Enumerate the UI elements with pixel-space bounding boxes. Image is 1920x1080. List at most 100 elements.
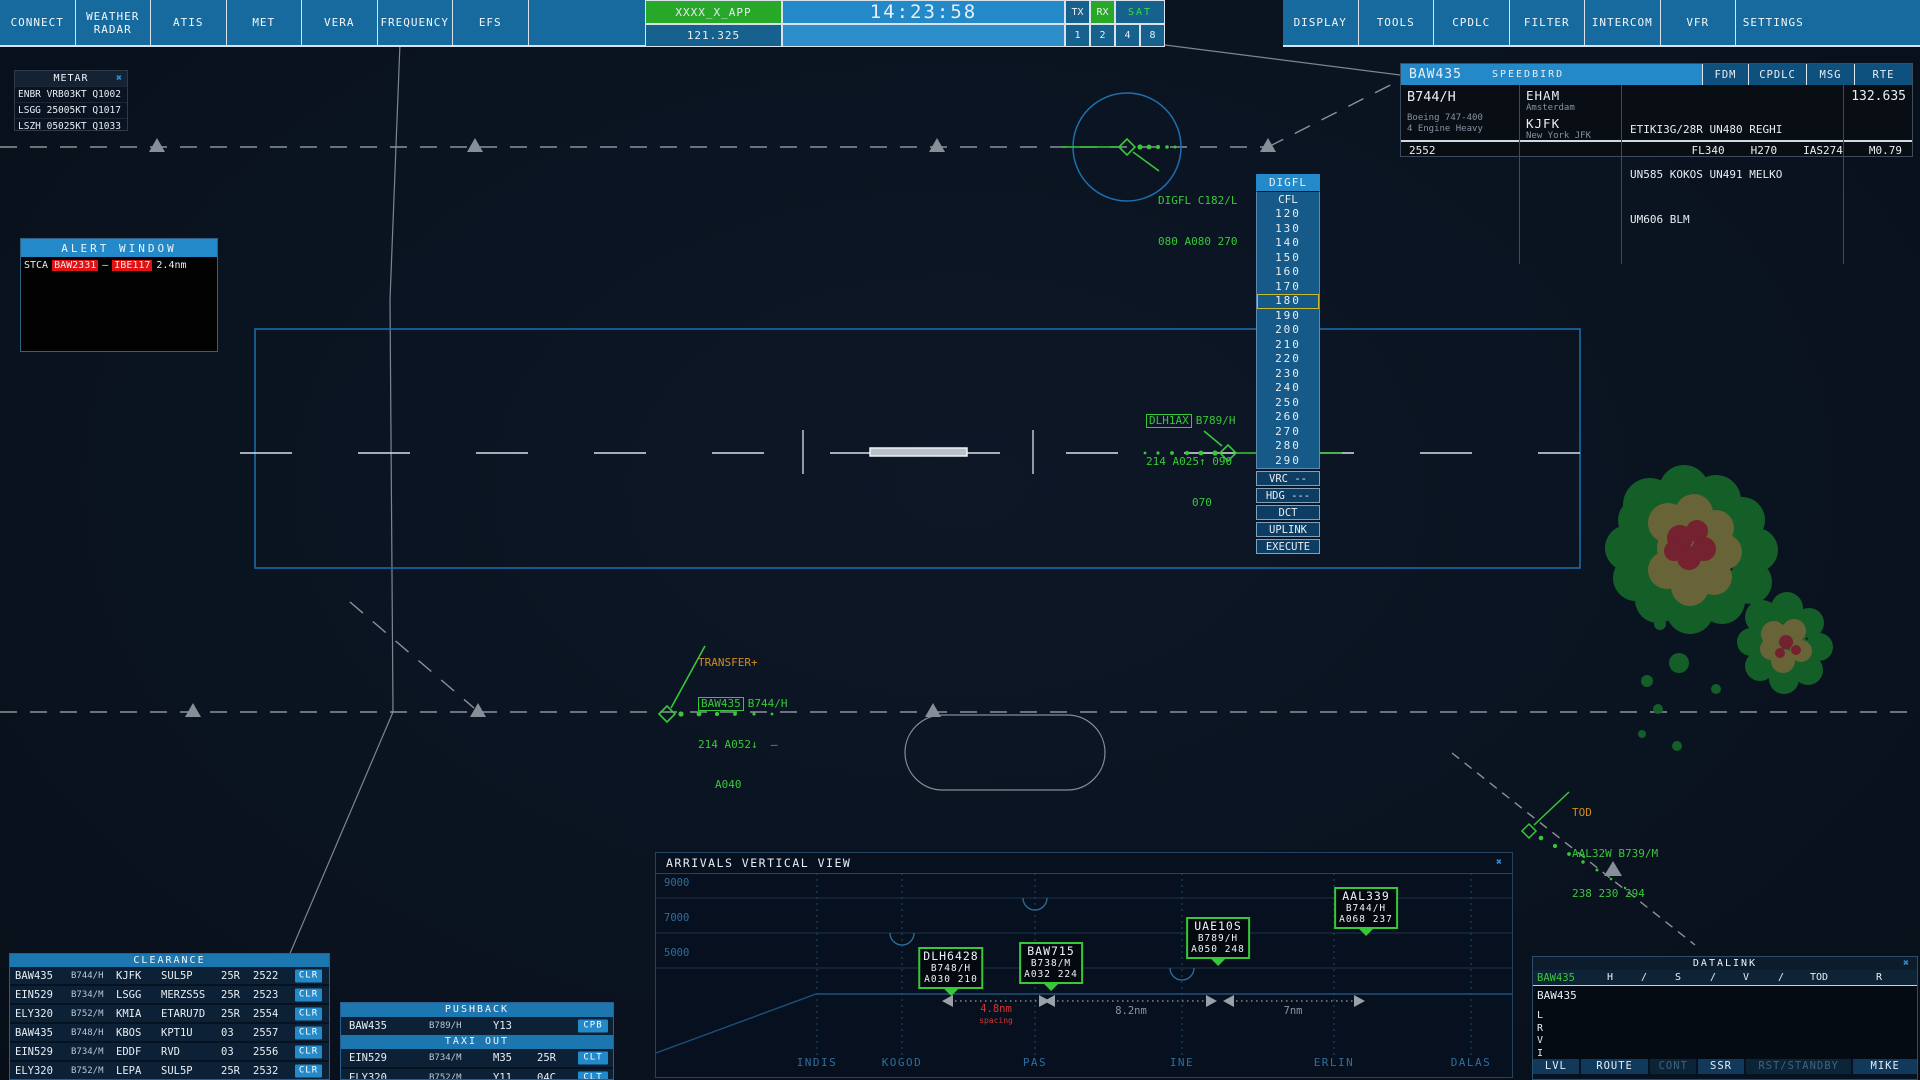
strip-tab-rte[interactable]: RTE [1854,64,1912,85]
strip-header[interactable]: BAW435 SPEEDBIRD FDM CPDLC MSG RTE [1401,64,1912,85]
cpb-button[interactable]: CPB [578,1020,608,1033]
datalink-header-item[interactable]: S [1675,972,1681,983]
clr-button[interactable]: CLR [295,969,322,982]
menu-button[interactable]: FREQUENCY [378,0,454,47]
cfl-level-option[interactable]: 150 [1257,251,1319,266]
vview-aircraft-tag-dlh6428[interactable]: DLH6428 B748/H A030 210 [918,947,983,989]
cfl-level-option[interactable]: 140 [1257,236,1319,251]
route-button[interactable]: ROUTE [1581,1059,1649,1074]
taxiout-row[interactable]: EIN529 B734/M M35 25R CLT [341,1049,613,1067]
stca-alert-row[interactable]: STCA BAW2331 – IBE117 2.4nm [21,257,217,274]
alert-titlebar[interactable]: ALERT WINDOW [21,239,217,257]
datalink-selected-callsign[interactable]: BAW435 [1537,972,1575,984]
menu-button[interactable]: EFS [453,0,529,47]
rst-standby-button[interactable]: RST/STANDBY [1746,1059,1851,1074]
clt-button[interactable]: CLT [578,1052,608,1065]
menu-button[interactable]: FILTER [1510,0,1586,47]
sat-indicator[interactable]: SAT [1115,0,1165,24]
aircraft-label-dlh1ax[interactable]: DLH1AXB789/H 214 A025↑ 090 070 [1146,387,1236,536]
vview-aircraft-tag-baw715[interactable]: BAW715 B738/M A032 224 [1019,942,1083,984]
cont-button[interactable]: CONT [1650,1059,1696,1074]
clr-button[interactable]: CLR [295,1007,322,1020]
rx-button[interactable]: RX [1090,0,1115,24]
channel-button[interactable]: 2 [1090,24,1115,47]
vview-aircraft-tag-uae10s[interactable]: UAE10S B789/H A050 248 [1186,917,1250,959]
mike-button[interactable]: MIKE [1853,1059,1917,1074]
clearance-row[interactable]: BAW435 B744/H KJFK SUL5P 25R 2522 CLR [10,967,329,984]
menu-button[interactable]: CONNECT [0,0,76,47]
clr-button[interactable]: CLR [295,1064,322,1077]
clr-button[interactable]: CLR [295,988,322,1001]
cfl-level-option[interactable]: 200 [1257,323,1319,338]
vview-titlebar[interactable]: ARRIVALS VERTICAL VIEW ✖ [656,853,1512,874]
vview-aircraft-tag-aal339[interactable]: AAL339 B744/H A068 237 [1334,887,1398,929]
alert-callsign-a[interactable]: BAW2331 [52,260,98,271]
datalink-titlebar[interactable]: DATALINK ✖ [1533,957,1917,970]
cfl-level-option[interactable]: 160 [1257,265,1319,280]
datalink-header-item[interactable]: R [1876,972,1882,983]
menu-button[interactable]: WEATHER RADAR [76,0,152,47]
lvl-button[interactable]: LVL [1533,1059,1579,1074]
cfl-level-option[interactable]: 170 [1257,280,1319,295]
cfl-level-option[interactable]: 120 [1257,207,1319,222]
strip-com-frequency[interactable]: 132.635 [1843,85,1912,264]
clearance-row[interactable]: EIN529 B734/M LSGG MERZS5S 25R 2523 CLR [10,984,329,1003]
cfl-mode-button[interactable]: CFL [1256,191,1320,207]
alert-callsign-b[interactable]: IBE117 [112,260,152,271]
menu-button[interactable]: TOOLS [1359,0,1435,47]
cfl-action-button[interactable]: DCT [1256,505,1320,520]
menu-button[interactable]: INTERCOM [1585,0,1661,47]
menu-button[interactable]: SETTINGS [1736,0,1812,47]
baw435-callsign[interactable]: BAW435 [698,697,744,711]
datalink-header-item[interactable]: V [1743,972,1749,983]
tx-button[interactable]: TX [1065,0,1090,24]
channel-button[interactable]: 1 [1065,24,1090,47]
aircraft-label-baw435[interactable]: TRANSFER+ BAW435B744/H 214 A052↓ – A040 [698,629,788,819]
cfl-action-button[interactable]: VRC -- [1256,471,1320,486]
clr-button[interactable]: CLR [295,1026,322,1039]
clt-button[interactable]: CLT [578,1072,608,1080]
clearance-row[interactable]: ELY320 B752/M KMIA ETARU7D 25R 2554 CLR [10,1003,329,1022]
menu-button[interactable]: DISPLAY [1283,0,1359,47]
cfl-level-option[interactable]: 260 [1257,410,1319,425]
close-icon[interactable]: ✖ [1496,858,1502,868]
dlh1ax-callsign[interactable]: DLH1AX [1146,414,1192,428]
cfl-action-button[interactable]: UPLINK [1256,522,1320,537]
menu-button[interactable]: CPDLC [1434,0,1510,47]
datalink-header-item[interactable]: H [1607,972,1613,983]
channel-button[interactable]: 4 [1115,24,1140,47]
pushback-row[interactable]: BAW435 B789/H Y13 CPB [341,1017,613,1035]
cfl-level-option[interactable]: 180 [1257,294,1319,309]
menu-button[interactable]: VFR [1661,0,1737,47]
app-name-button[interactable]: XXXX_X_APP [645,0,782,24]
aircraft-label-aal32w[interactable]: TOD AAL32W B739/M 238 230 294 [1572,779,1658,928]
aircraft-label-digfl[interactable]: DIGFL C182/L 080 A080 270 [1158,167,1237,275]
menu-button[interactable]: VERA [302,0,378,47]
taxiout-row[interactable]: ELY320 B752/M Y11 04C CLT [341,1067,613,1080]
cfl-level-option[interactable]: 240 [1257,381,1319,396]
close-icon[interactable]: ✖ [116,74,123,84]
clearance-row[interactable]: BAW435 B748/H KBOS KPT1U 03 2557 CLR [10,1022,329,1041]
cfl-action-button[interactable]: HDG --- [1256,488,1320,503]
clearance-row[interactable]: EIN529 B734/M EDDF RVD 03 2556 CLR [10,1041,329,1060]
close-icon[interactable]: ✖ [1903,959,1911,969]
cfl-level-option[interactable]: 190 [1257,309,1319,324]
metar-titlebar[interactable]: METAR ✖ [15,71,127,86]
pushback-title[interactable]: PUSHBACK [341,1003,613,1017]
menu-button[interactable]: ATIS [151,0,227,47]
clr-button[interactable]: CLR [295,1045,322,1058]
cfl-level-option[interactable]: 130 [1257,222,1319,237]
menu-button[interactable]: MET [227,0,303,47]
cfl-level-option[interactable]: 210 [1257,338,1319,353]
strip-tab-msg[interactable]: MSG [1806,64,1854,85]
datalink-header-item[interactable]: TOD [1810,972,1828,983]
strip-tab-cpdlc[interactable]: CPDLC [1748,64,1806,85]
strip-tab-fdm[interactable]: FDM [1702,64,1748,85]
cfl-level-option[interactable]: 270 [1257,425,1319,440]
channel-button[interactable]: 8 [1140,24,1165,47]
clearance-title[interactable]: CLEARANCE [10,954,329,967]
cfl-level-option[interactable]: 280 [1257,439,1319,454]
taxiout-title[interactable]: TAXI OUT [341,1035,613,1049]
cfl-level-option[interactable]: 250 [1257,396,1319,411]
cfl-level-option[interactable]: 290 [1257,454,1319,469]
